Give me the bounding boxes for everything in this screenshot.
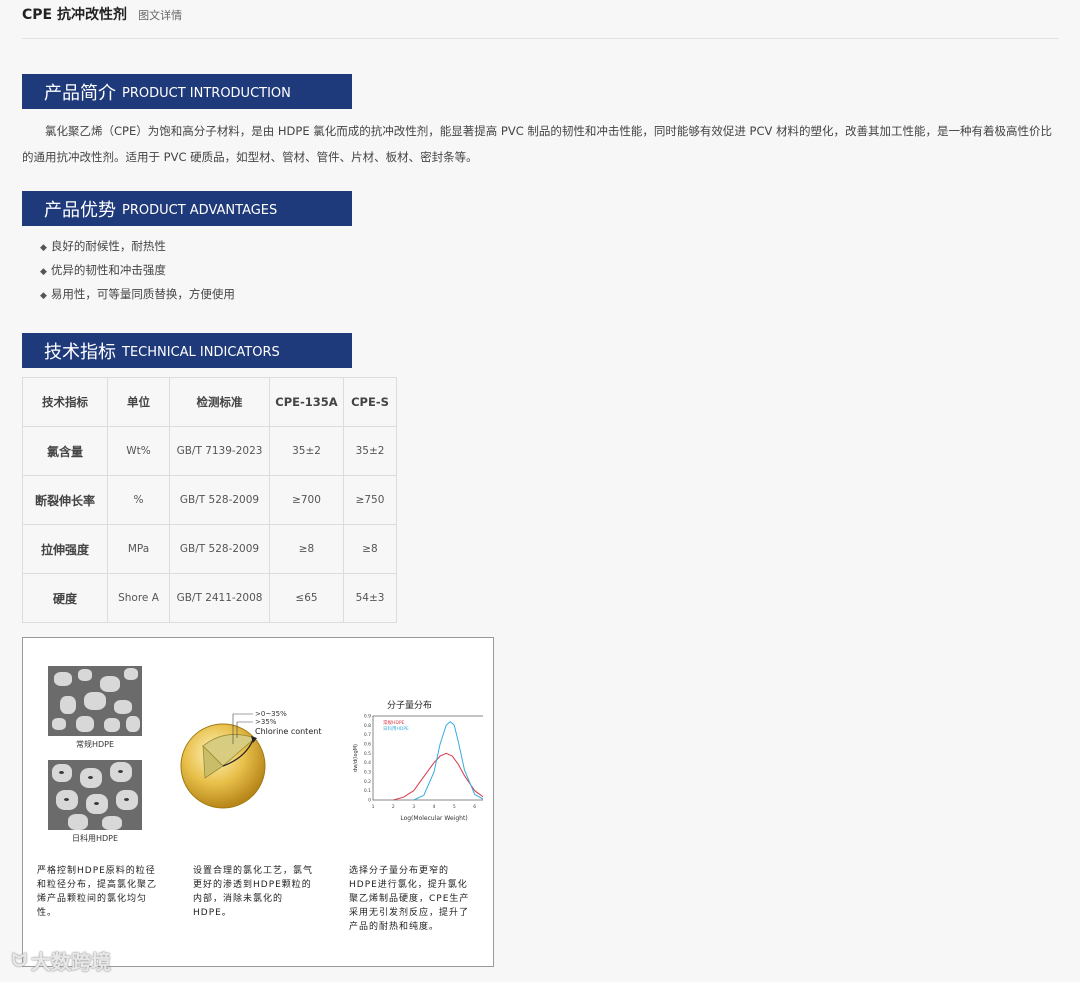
sem-image-regular bbox=[48, 666, 142, 736]
table-cell: GB/T 2411-2008 bbox=[169, 573, 270, 623]
table-row: 断裂伸长率 % GB/T 528-2009 ≥700 ≥750 bbox=[22, 475, 397, 525]
table-cell: Shore A bbox=[107, 573, 170, 623]
y-tick-label: 0.9 bbox=[364, 714, 371, 720]
table-cell: ≤65 bbox=[269, 573, 344, 623]
table-cell: 54±3 bbox=[343, 573, 397, 623]
label-chlorine: Chlorine content bbox=[255, 727, 321, 736]
series-line-2 bbox=[413, 721, 483, 801]
table-header-cell: 技术指标 bbox=[22, 377, 108, 427]
table-cell: % bbox=[107, 475, 170, 525]
list-item: ◆ 优异的韧性和冲击强度 bbox=[40, 260, 235, 284]
x-tick-label: 5 bbox=[453, 804, 456, 810]
table-row: 氯含量 Wt% GB/T 7139-2023 35±2 35±2 bbox=[22, 426, 397, 476]
y-tick-label: 0.2 bbox=[364, 779, 371, 785]
advantages-list: ◆ 良好的耐候性，耐热性 ◆ 优异的韧性和冲击强度 ◆ 易用性，可等量同质替换，方便使… bbox=[40, 236, 235, 308]
sem-image-rike bbox=[48, 760, 142, 830]
bullet-icon: ◆ bbox=[40, 291, 47, 301]
x-tick-label: 3 bbox=[412, 804, 415, 810]
caption-regular: 常规HDPE bbox=[75, 740, 115, 749]
series-line-1 bbox=[393, 752, 483, 801]
y-tick-label: 0.7 bbox=[364, 732, 371, 738]
figure-text-3: 选择分子量分布更窄的HDPE进行氯化，提升氯化聚乙烯制品硬度，CPE生产采用无引… bbox=[349, 866, 470, 932]
table-cell: GB/T 528-2009 bbox=[169, 524, 270, 574]
advantage-text: 易用性，可等量同质替换，方便使用 bbox=[50, 287, 235, 301]
label-low: >0~35% bbox=[255, 710, 287, 718]
table-cell: ≥750 bbox=[343, 475, 397, 525]
section-title-en: PRODUCT INTRODUCTION bbox=[122, 86, 291, 101]
x-tick-label: 6 bbox=[473, 804, 476, 810]
table-cell: GB/T 7139-2023 bbox=[169, 426, 270, 476]
list-item: ◆ 易用性，可等量同质替换，方便使用 bbox=[40, 284, 235, 308]
table-cell: ≥8 bbox=[343, 524, 397, 574]
x-tick-label: 1 bbox=[372, 804, 375, 810]
table-header-row: 技术指标 单位 检测标准 CPE-135A CPE-S bbox=[22, 377, 397, 427]
table-cell: 氯含量 bbox=[22, 426, 108, 476]
table-cell: MPa bbox=[107, 524, 170, 574]
y-tick-label: 0 bbox=[368, 798, 371, 804]
table-cell: 断裂伸长率 bbox=[22, 475, 108, 525]
section-title-cn: 产品优势 bbox=[44, 199, 116, 221]
advantage-text: 良好的耐候性，耐热性 bbox=[50, 239, 166, 253]
caption-rike: 日科用HDPE bbox=[71, 834, 119, 843]
section-banner-intro: 产品简介 PRODUCT INTRODUCTION bbox=[22, 74, 352, 109]
legend-entry: 常规HDPE bbox=[383, 719, 405, 726]
y-tick-label: 0.8 bbox=[364, 723, 371, 729]
tab-detail[interactable]: 图文详情 bbox=[138, 9, 182, 22]
table-cell: 35±2 bbox=[269, 426, 344, 476]
intro-paragraph: 氯化聚乙烯（CPE）为饱和高分子材料，是由 HDPE 氯化而成的抗冲改性剂，能显… bbox=[22, 124, 1053, 164]
table-row: 拉伸强度 MPa GB/T 528-2009 ≥8 ≥8 bbox=[22, 524, 397, 574]
page-header: CPE 抗冲改性剂 图文详情 bbox=[22, 4, 182, 24]
y-tick-label: 0.3 bbox=[364, 770, 371, 776]
table-header-cell: CPE-135A bbox=[269, 377, 344, 427]
section-title-en: TECHNICAL INDICATORS bbox=[122, 345, 280, 360]
x-axis-label: Log(Molecular Weight) bbox=[400, 815, 467, 822]
table-cell: ≥700 bbox=[269, 475, 344, 525]
label-high: >35% bbox=[255, 718, 277, 726]
section-banner-indicators: 技术指标 TECHNICAL INDICATORS bbox=[22, 333, 352, 368]
advantage-text: 优异的韧性和冲击强度 bbox=[50, 263, 166, 277]
watermark-text: 大数跨境 bbox=[30, 950, 111, 974]
table-header-cell: CPE-S bbox=[343, 377, 397, 427]
watermark-logo-icon: ᗢ bbox=[12, 950, 27, 971]
table-cell: GB/T 528-2009 bbox=[169, 475, 270, 525]
figure-text-2: 设置合理的氯化工艺，氯气更好的渗透到HDPE颗粒的内部，消除未氯化的HDPE。 bbox=[193, 866, 314, 918]
x-tick-label: 4 bbox=[433, 804, 436, 810]
y-axis-label: dw/d(logM) bbox=[353, 744, 359, 772]
section-title-en: PRODUCT ADVANTAGES bbox=[122, 203, 278, 218]
list-item: ◆ 良好的耐候性，耐热性 bbox=[40, 236, 235, 260]
section-title-cn: 技术指标 bbox=[44, 341, 116, 363]
y-tick-label: 0.6 bbox=[364, 742, 371, 748]
y-tick-label: 0.5 bbox=[364, 751, 371, 757]
table-header-cell: 检测标准 bbox=[169, 377, 270, 427]
section-title-cn: 产品简介 bbox=[44, 82, 116, 104]
figure-text-1: 严格控制HDPE原料的粒径和粒径分布，提高氯化聚乙烯产品颗粒间的氯化均匀性。 bbox=[37, 866, 158, 918]
watermark: ᗢ 大数跨境 bbox=[12, 946, 111, 975]
x-tick-label: 2 bbox=[392, 804, 395, 810]
table-header-cell: 单位 bbox=[107, 377, 170, 427]
table-cell: Wt% bbox=[107, 426, 170, 476]
y-tick-label: 0.1 bbox=[364, 788, 371, 794]
table-cell: 拉伸强度 bbox=[22, 524, 108, 574]
product-figure: 常规HDPE 日科用HDPE >0~35% >35% Chlorine cont… bbox=[22, 637, 494, 967]
table-row: 硬度 Shore A GB/T 2411-2008 ≤65 54±3 bbox=[22, 573, 397, 623]
y-tick-label: 0.4 bbox=[364, 760, 371, 766]
legend-entry: 日科用HDPE bbox=[383, 725, 409, 732]
table-cell: ≥8 bbox=[269, 524, 344, 574]
molecular-weight-chart: 123456700.10.20.30.40.50.60.70.80.9Log(M… bbox=[353, 714, 483, 822]
bullet-icon: ◆ bbox=[40, 243, 47, 253]
table-cell: 硬度 bbox=[22, 573, 108, 623]
spec-table: 技术指标 单位 检测标准 CPE-135A CPE-S 氯含量 Wt% GB/T… bbox=[22, 377, 397, 623]
divider bbox=[22, 38, 1059, 39]
table-cell: 35±2 bbox=[343, 426, 397, 476]
bullet-icon: ◆ bbox=[40, 267, 47, 277]
page-title: CPE 抗冲改性剂 bbox=[22, 7, 127, 23]
section-banner-advantages: 产品优势 PRODUCT ADVANTAGES bbox=[22, 191, 352, 226]
